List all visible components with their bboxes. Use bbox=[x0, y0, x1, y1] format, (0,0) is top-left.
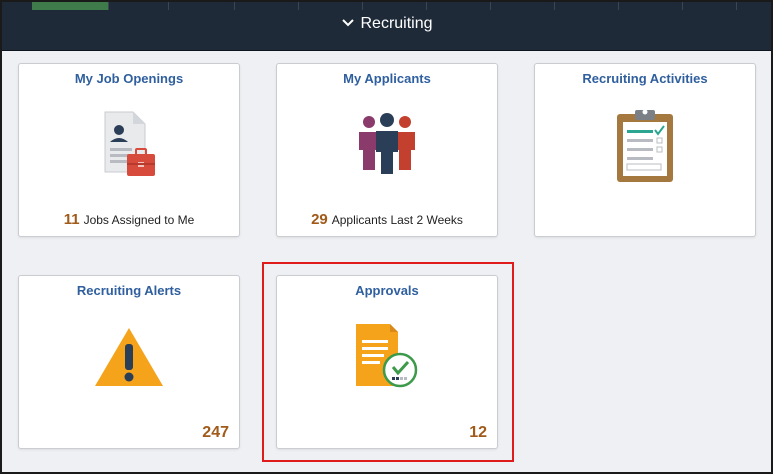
top-tab-hint bbox=[234, 2, 299, 10]
tile-count: 29 bbox=[311, 211, 328, 228]
top-tab-hint bbox=[682, 2, 737, 10]
top-tab-hint bbox=[168, 2, 235, 10]
top-tab-hint bbox=[362, 2, 427, 10]
tile-title: Recruiting Alerts bbox=[76, 283, 182, 298]
top-tab-hint bbox=[618, 2, 683, 10]
tile-caption: Applicants Last 2 Weeks bbox=[331, 213, 463, 227]
clipboard-icon bbox=[615, 108, 675, 189]
top-tab-hint bbox=[298, 2, 363, 10]
top-tab-hint bbox=[108, 2, 169, 10]
applicants-icon bbox=[355, 112, 419, 179]
tile-footer: 11 Jobs Assigned to Me bbox=[19, 211, 239, 228]
chevron-down-icon bbox=[340, 12, 356, 36]
tile-title: My Applicants bbox=[343, 71, 431, 86]
top-tab-hint bbox=[490, 2, 555, 10]
section-title[interactable]: Recruiting bbox=[2, 12, 771, 36]
tile-my-job-openings[interactable]: My Job Openings 11 Jobs Assigned to Me bbox=[18, 63, 240, 237]
job-openings-icon bbox=[97, 108, 161, 185]
tile-footer: 29 Applicants Last 2 Weeks bbox=[277, 211, 497, 228]
tile-count: 247 bbox=[202, 424, 229, 441]
approvals-highlight-box bbox=[262, 262, 514, 462]
top-tab-hint bbox=[32, 2, 109, 10]
section-header[interactable]: Recruiting bbox=[2, 2, 771, 51]
tile-title: Recruiting Activities bbox=[582, 71, 708, 86]
top-tab-hint bbox=[554, 2, 619, 10]
section-title-label: Recruiting bbox=[360, 15, 433, 33]
tile-title: My Job Openings bbox=[74, 71, 184, 86]
tile-recruiting-activities[interactable]: Recruiting Activities bbox=[534, 63, 756, 237]
recruiting-page: Recruiting My Job Openings 11 Jobs Assign… bbox=[0, 0, 773, 474]
tile-my-applicants[interactable]: My Applicants 29 Applicants Last 2 Weeks bbox=[276, 63, 498, 237]
warning-icon bbox=[93, 326, 165, 393]
tile-recruiting-alerts[interactable]: Recruiting Alerts 247 bbox=[18, 275, 240, 449]
tile-count: 11 bbox=[63, 211, 80, 228]
top-tab-hint bbox=[426, 2, 491, 10]
tile-caption: Jobs Assigned to Me bbox=[83, 213, 195, 227]
